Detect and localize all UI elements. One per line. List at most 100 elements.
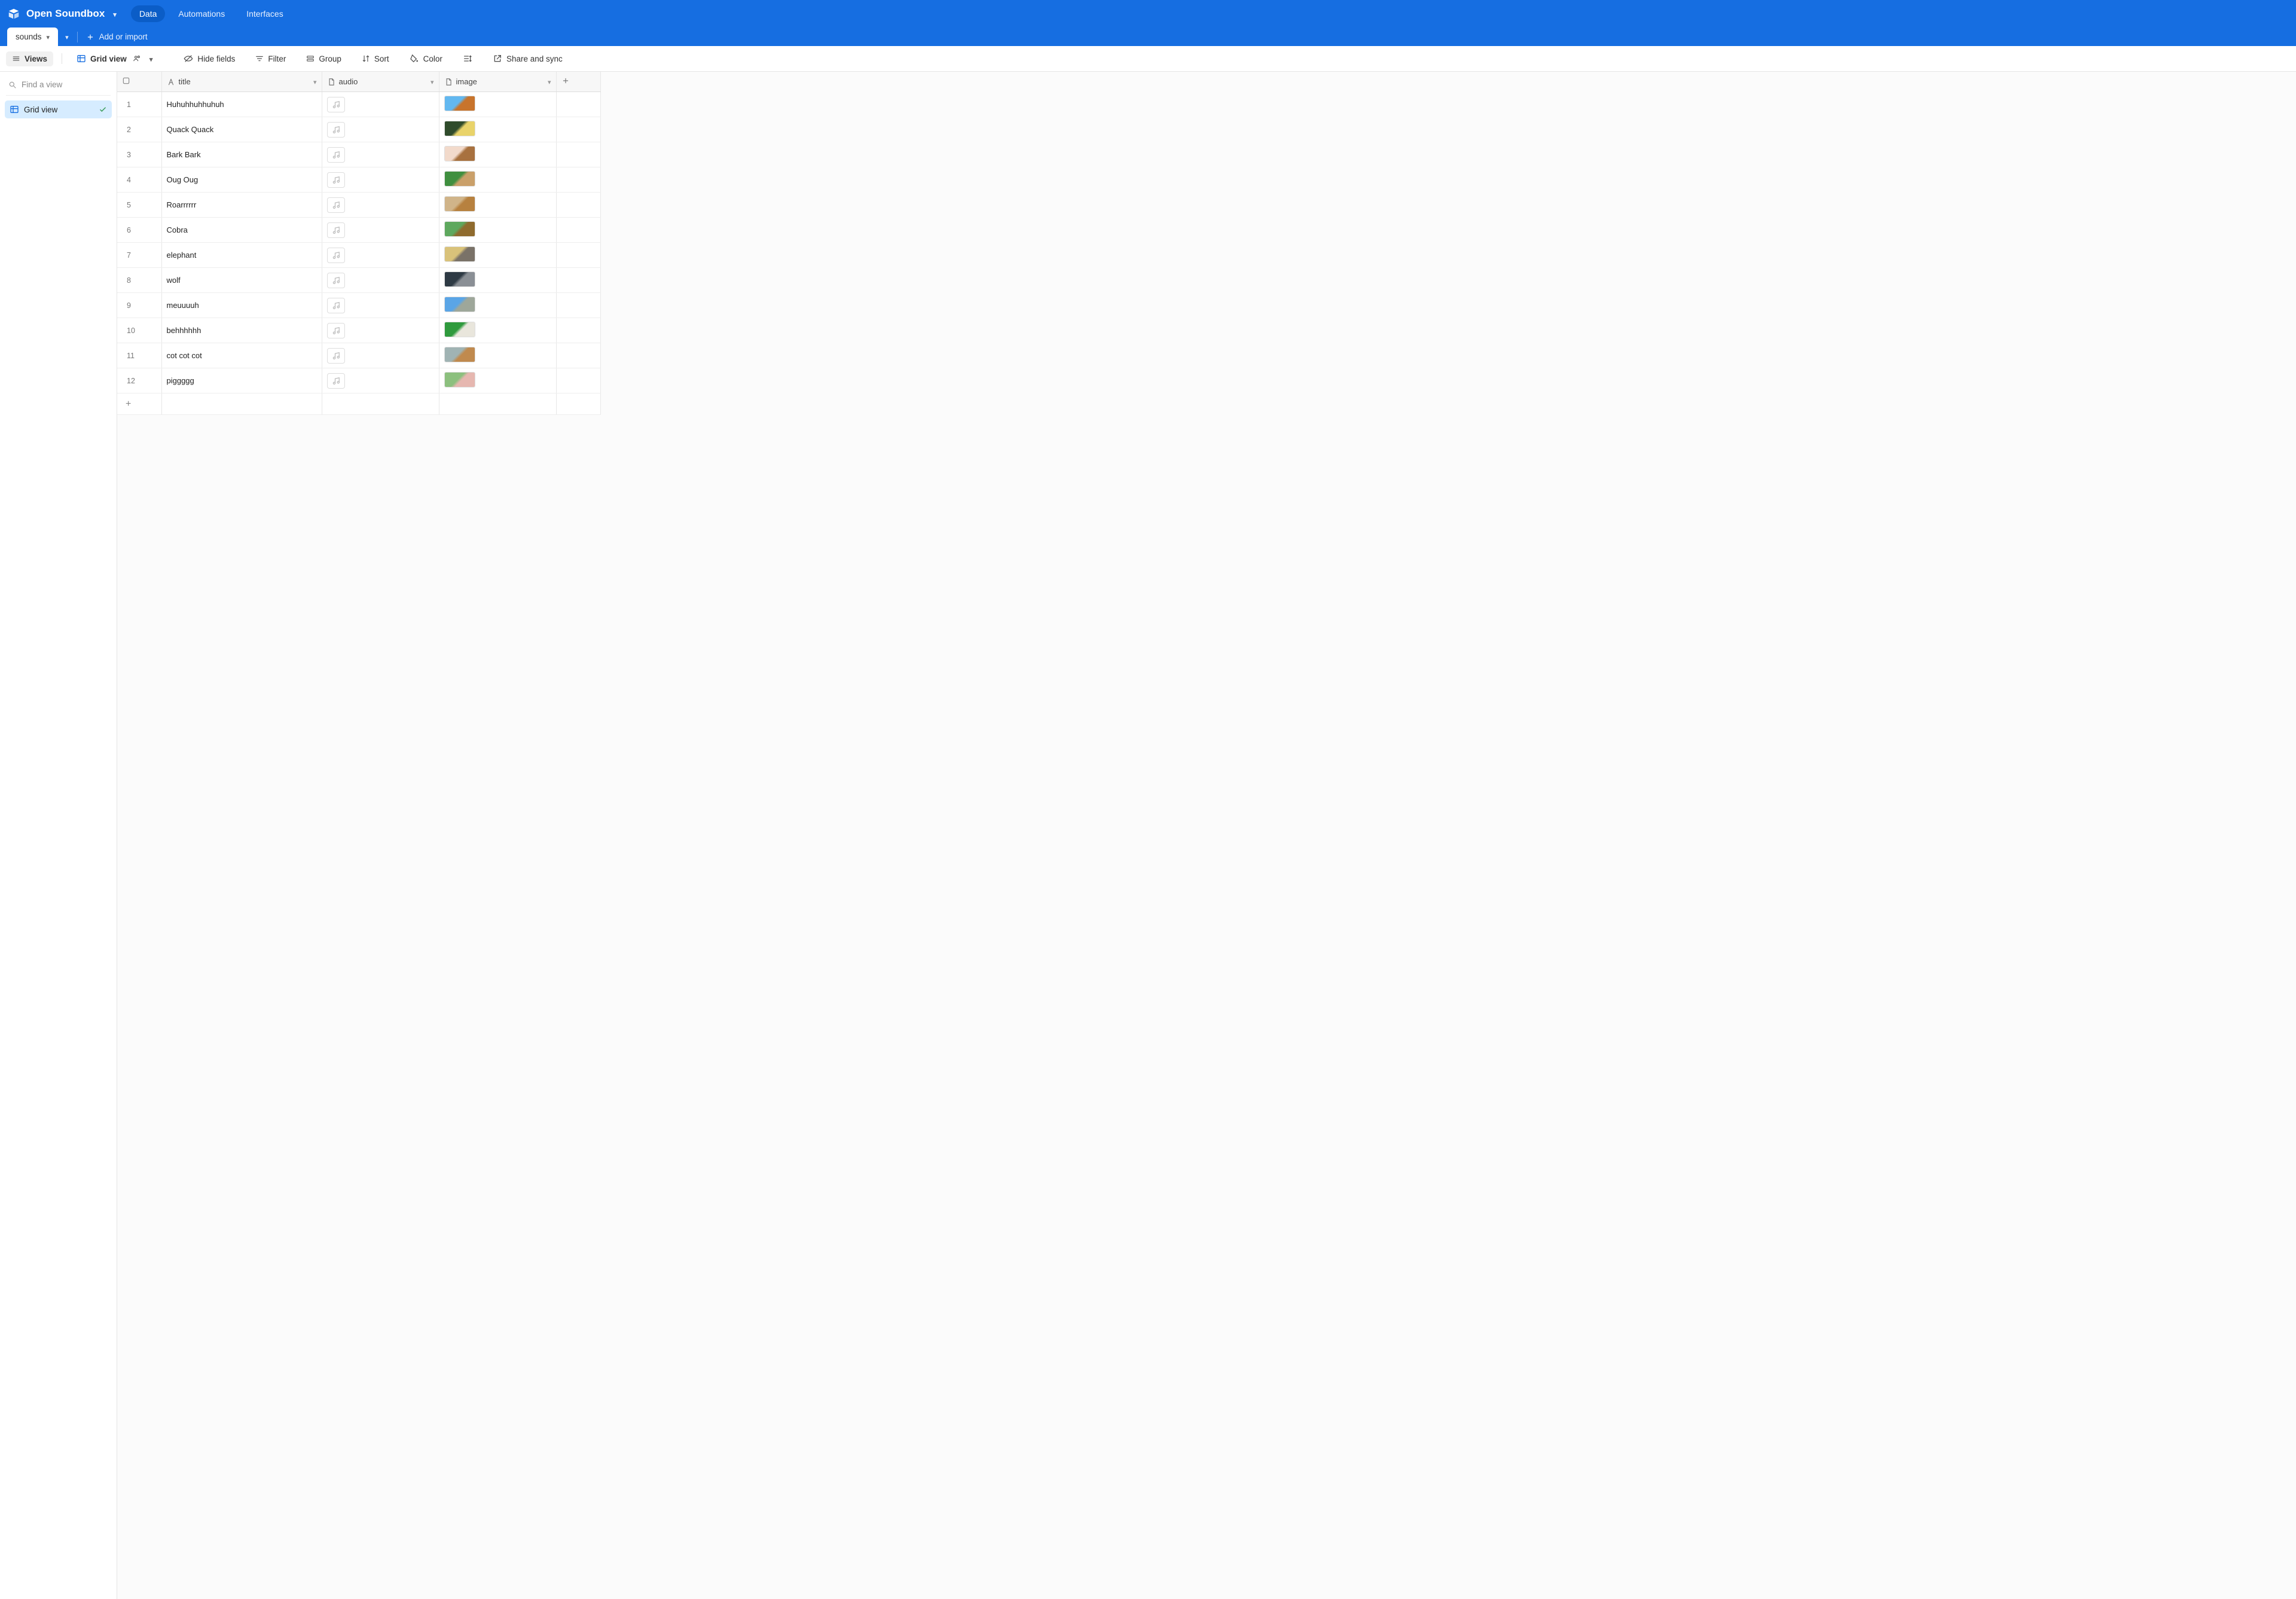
table-row[interactable]: 8wolf: [117, 268, 600, 293]
top-tab-data[interactable]: Data: [131, 5, 166, 22]
table-row[interactable]: 6Cobra: [117, 218, 600, 243]
row-number[interactable]: 10: [117, 318, 161, 343]
cell-audio[interactable]: [322, 343, 439, 368]
audio-attachment[interactable]: [327, 348, 345, 364]
row-number[interactable]: 5: [117, 193, 161, 218]
cell-image[interactable]: [439, 117, 556, 142]
table-row[interactable]: 7elephant: [117, 243, 600, 268]
row-height-button[interactable]: [457, 51, 478, 66]
table-tab-menu[interactable]: [58, 28, 76, 46]
cell-title[interactable]: Roarrrrrr: [161, 193, 322, 218]
sidebar-view-grid[interactable]: Grid view: [5, 100, 112, 118]
row-number[interactable]: 3: [117, 142, 161, 167]
cell-title[interactable]: piggggg: [161, 368, 322, 393]
checkbox-icon[interactable]: [122, 77, 130, 85]
image-attachment[interactable]: [444, 322, 475, 337]
add-record-row[interactable]: +: [117, 393, 600, 415]
image-attachment[interactable]: [444, 146, 475, 161]
cell-audio[interactable]: [322, 293, 439, 318]
chevron-down-icon[interactable]: [548, 77, 551, 86]
image-attachment[interactable]: [444, 171, 475, 187]
base-switcher[interactable]: Open Soundbox: [7, 7, 117, 20]
color-button[interactable]: Color: [404, 51, 448, 66]
add-field-button[interactable]: [556, 72, 600, 92]
cell-title[interactable]: Oug Oug: [161, 167, 322, 193]
image-attachment[interactable]: [444, 246, 475, 262]
cell-audio[interactable]: [322, 117, 439, 142]
cell-title[interactable]: behhhhhh: [161, 318, 322, 343]
top-tab-interfaces[interactable]: Interfaces: [238, 5, 291, 22]
cell-image[interactable]: [439, 243, 556, 268]
cell-audio[interactable]: [322, 268, 439, 293]
group-button[interactable]: Group: [300, 51, 347, 66]
image-attachment[interactable]: [444, 297, 475, 312]
cell-image[interactable]: [439, 167, 556, 193]
filter-button[interactable]: Filter: [249, 51, 292, 66]
audio-attachment[interactable]: [327, 273, 345, 288]
audio-attachment[interactable]: [327, 298, 345, 313]
table-row[interactable]: 5Roarrrrrr: [117, 193, 600, 218]
cell-audio[interactable]: [322, 218, 439, 243]
cell-image[interactable]: [439, 193, 556, 218]
table-row[interactable]: 10behhhhhh: [117, 318, 600, 343]
cell-image[interactable]: [439, 293, 556, 318]
row-number[interactable]: 11: [117, 343, 161, 368]
audio-attachment[interactable]: [327, 197, 345, 213]
cell-image[interactable]: [439, 218, 556, 243]
add-or-import-button[interactable]: Add or import: [79, 28, 155, 46]
row-number[interactable]: 6: [117, 218, 161, 243]
audio-attachment[interactable]: [327, 147, 345, 163]
row-number[interactable]: 2: [117, 117, 161, 142]
chevron-down-icon[interactable]: [47, 32, 50, 41]
image-attachment[interactable]: [444, 196, 475, 212]
cell-title[interactable]: Bark Bark: [161, 142, 322, 167]
image-attachment[interactable]: [444, 121, 475, 136]
row-number[interactable]: 1: [117, 92, 161, 117]
row-number[interactable]: 7: [117, 243, 161, 268]
cell-title[interactable]: Quack Quack: [161, 117, 322, 142]
view-switcher[interactable]: Grid view: [71, 51, 158, 66]
image-attachment[interactable]: [444, 271, 475, 287]
row-number[interactable]: 12: [117, 368, 161, 393]
audio-attachment[interactable]: [327, 373, 345, 389]
share-and-sync-button[interactable]: Share and sync: [487, 51, 569, 66]
cell-audio[interactable]: [322, 368, 439, 393]
image-attachment[interactable]: [444, 96, 475, 111]
hide-fields-button[interactable]: Hide fields: [178, 51, 241, 66]
cell-audio[interactable]: [322, 318, 439, 343]
views-button[interactable]: Views: [6, 51, 53, 66]
table-row[interactable]: 2Quack Quack: [117, 117, 600, 142]
audio-attachment[interactable]: [327, 97, 345, 112]
table-tab-sounds[interactable]: sounds: [7, 28, 58, 46]
chevron-down-icon[interactable]: [149, 54, 153, 63]
select-all-header[interactable]: [117, 72, 161, 92]
plus-icon[interactable]: +: [117, 393, 161, 415]
cell-audio[interactable]: [322, 193, 439, 218]
cell-title[interactable]: Huhuhhuhhuhuh: [161, 92, 322, 117]
table-row[interactable]: 3Bark Bark: [117, 142, 600, 167]
image-attachment[interactable]: [444, 221, 475, 237]
column-header-image[interactable]: image: [439, 72, 556, 92]
find-view-input[interactable]: Find a view: [5, 77, 112, 95]
column-header-title[interactable]: title: [161, 72, 322, 92]
audio-attachment[interactable]: [327, 172, 345, 188]
audio-attachment[interactable]: [327, 248, 345, 263]
chevron-down-icon[interactable]: [313, 77, 317, 86]
cell-title[interactable]: Cobra: [161, 218, 322, 243]
column-header-audio[interactable]: audio: [322, 72, 439, 92]
row-number[interactable]: 8: [117, 268, 161, 293]
audio-attachment[interactable]: [327, 323, 345, 338]
cell-image[interactable]: [439, 268, 556, 293]
image-attachment[interactable]: [444, 347, 475, 362]
cell-image[interactable]: [439, 318, 556, 343]
table-row[interactable]: 12piggggg: [117, 368, 600, 393]
cell-audio[interactable]: [322, 243, 439, 268]
row-number[interactable]: 9: [117, 293, 161, 318]
cell-image[interactable]: [439, 343, 556, 368]
top-tab-automations[interactable]: Automations: [170, 5, 233, 22]
cell-audio[interactable]: [322, 167, 439, 193]
chevron-down-icon[interactable]: [430, 77, 434, 86]
table-row[interactable]: 11cot cot cot: [117, 343, 600, 368]
cell-audio[interactable]: [322, 142, 439, 167]
cell-title[interactable]: elephant: [161, 243, 322, 268]
